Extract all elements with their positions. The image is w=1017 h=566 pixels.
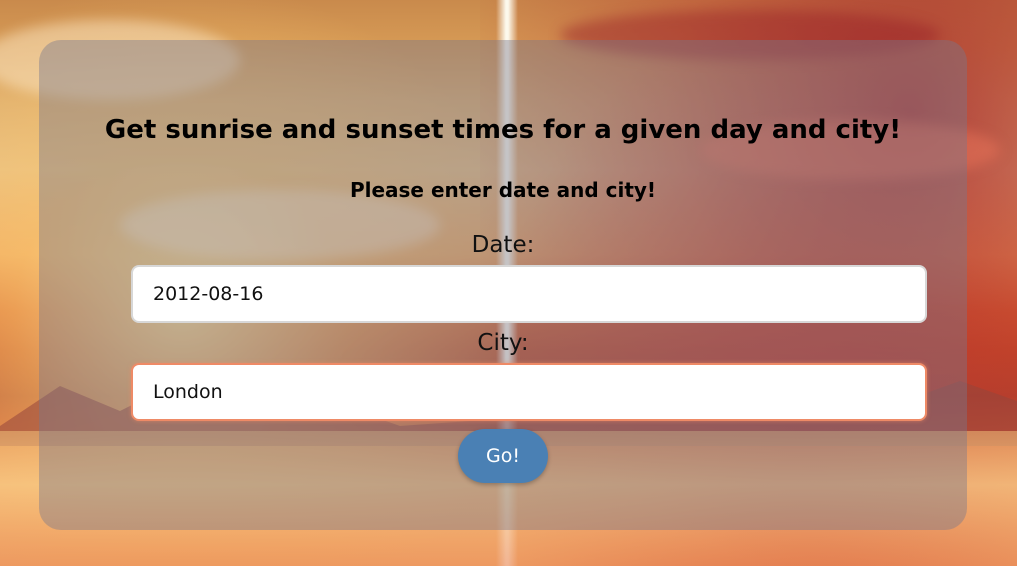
form-panel: Get sunrise and sunset times for a given… <box>39 40 967 530</box>
city-input[interactable] <box>131 363 927 421</box>
city-label: City: <box>477 330 529 356</box>
go-button[interactable]: Go! <box>458 429 548 483</box>
date-label: Date: <box>471 232 535 258</box>
date-input[interactable] <box>131 265 927 323</box>
page-subtitle: Please enter date and city! <box>349 178 657 202</box>
page-title: Get sunrise and sunset times for a given… <box>104 115 902 145</box>
